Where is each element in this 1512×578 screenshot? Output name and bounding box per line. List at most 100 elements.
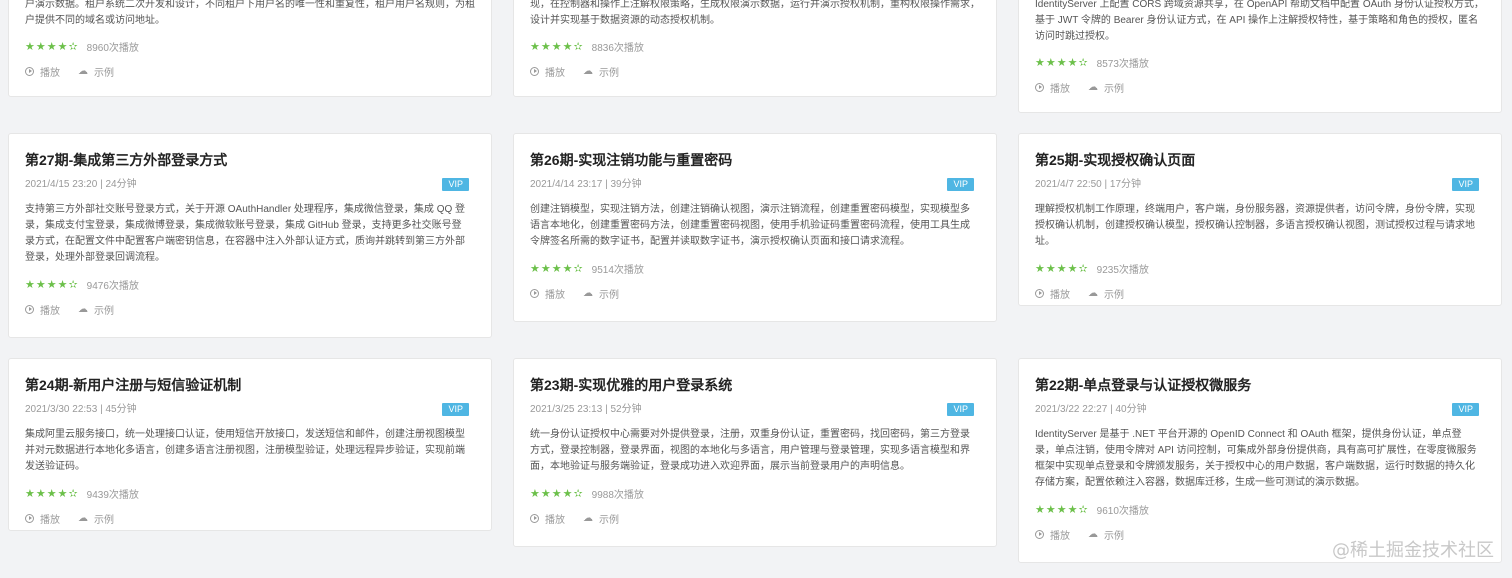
example-button[interactable]: ☁ 示例 bbox=[78, 64, 114, 79]
vip-badge: VIP bbox=[442, 178, 469, 191]
play-count: 9514次播放 bbox=[591, 264, 644, 276]
card-actions: 播放 ☁ 示例 bbox=[25, 301, 475, 317]
course-description: 支持第三方外部社交账号登录方式，关于开源 OAuthHandler 处理程序，集… bbox=[25, 204, 466, 263]
play-button[interactable]: 播放 bbox=[530, 286, 565, 301]
play-button[interactable]: 播放 bbox=[25, 511, 60, 526]
cloud-download-icon: ☁ bbox=[583, 65, 593, 77]
example-button[interactable]: ☁ 示例 bbox=[1088, 286, 1124, 301]
example-button[interactable]: ☁ 示例 bbox=[78, 302, 114, 317]
course-description: IdentityServer 上配置 CORS 跨域资源共享，在 OpenAPI… bbox=[1035, 0, 1484, 42]
rating-row: ★★★★✫ 9476次播放 bbox=[25, 276, 475, 292]
course-meta: 2021/4/7 22:50 | 17分钟 VIP bbox=[1035, 177, 1485, 193]
example-button[interactable]: ☁ 示例 bbox=[583, 286, 619, 301]
course-date-duration: 2021/3/22 22:27 | 40分钟 bbox=[1035, 404, 1147, 415]
play-icon bbox=[530, 66, 539, 76]
star-rating-icon: ★★★★✫ bbox=[530, 487, 584, 500]
rating-row: ★★★★✫ 9610次播放 bbox=[1035, 501, 1485, 517]
rating-row: ★★★★✫ 9235次播放 bbox=[1035, 260, 1485, 276]
play-icon bbox=[1035, 82, 1044, 92]
vip-badge: VIP bbox=[947, 403, 974, 416]
play-count: 9988次播放 bbox=[591, 489, 644, 501]
course-card[interactable]: 第26期-实现注销功能与重置密码 2021/4/14 23:17 | 39分钟 … bbox=[513, 133, 997, 322]
cloud-download-icon: ☁ bbox=[1088, 81, 1098, 93]
play-button[interactable]: 播放 bbox=[25, 302, 60, 317]
play-count: 9610次播放 bbox=[1096, 505, 1149, 517]
play-icon bbox=[1035, 529, 1044, 539]
course-date-duration: 2021/4/7 22:50 | 17分钟 bbox=[1035, 179, 1142, 190]
course-meta: 2021/3/22 22:27 | 40分钟 VIP bbox=[1035, 402, 1485, 418]
cloud-download-icon: ☁ bbox=[583, 512, 593, 524]
vip-badge: VIP bbox=[442, 403, 469, 416]
course-meta: 2021/4/15 23:20 | 24分钟 VIP bbox=[25, 177, 475, 193]
play-icon bbox=[25, 513, 34, 523]
course-card-top-1[interactable]: 户演示数据。租户系统二次开发和设计，不同租户下用户名的唯一性和重复性，租户用户名… bbox=[8, 0, 492, 97]
play-count: 9439次播放 bbox=[86, 489, 139, 501]
card-actions: 播放 ☁ 示例 bbox=[1035, 79, 1485, 95]
vip-badge: VIP bbox=[1452, 178, 1479, 191]
course-card[interactable]: 第25期-实现授权确认页面 2021/4/7 22:50 | 17分钟 VIP … bbox=[1018, 133, 1502, 306]
star-rating-icon: ★★★★✫ bbox=[530, 262, 584, 275]
example-button[interactable]: ☁ 示例 bbox=[1088, 527, 1124, 542]
example-button[interactable]: ☁ 示例 bbox=[583, 511, 619, 526]
star-rating-icon: ★★★★✫ bbox=[25, 487, 79, 500]
play-count: 8836次播放 bbox=[591, 42, 644, 54]
cloud-download-icon: ☁ bbox=[78, 512, 88, 524]
course-card[interactable]: 第23期-实现优雅的用户登录系统 2021/3/25 23:13 | 52分钟 … bbox=[513, 358, 997, 547]
course-title[interactable]: 第26期-实现注销功能与重置密码 bbox=[530, 150, 980, 170]
course-description: 现，在控制器和操作上注解权限策略，生成权限演示数据，运行并演示授权机制，重构权限… bbox=[530, 0, 980, 26]
course-meta: 2021/4/14 23:17 | 39分钟 VIP bbox=[530, 177, 980, 193]
play-button[interactable]: 播放 bbox=[1035, 286, 1070, 301]
example-button[interactable]: ☁ 示例 bbox=[583, 64, 619, 79]
star-rating-icon: ★★★★✫ bbox=[25, 278, 79, 291]
play-count: 9235次播放 bbox=[1096, 264, 1149, 276]
vip-badge: VIP bbox=[1452, 403, 1479, 416]
play-button[interactable]: 播放 bbox=[1035, 80, 1070, 95]
course-title[interactable]: 第27期-集成第三方外部登录方式 bbox=[25, 150, 475, 170]
cloud-download-icon: ☁ bbox=[78, 65, 88, 77]
play-icon bbox=[530, 288, 539, 298]
play-button[interactable]: 播放 bbox=[25, 64, 60, 79]
course-card[interactable]: 第27期-集成第三方外部登录方式 2021/4/15 23:20 | 24分钟 … bbox=[8, 133, 492, 338]
play-button[interactable]: 播放 bbox=[530, 64, 565, 79]
course-meta: 2021/3/30 22:53 | 45分钟 VIP bbox=[25, 402, 475, 418]
star-rating-icon: ★★★★✫ bbox=[25, 40, 79, 53]
rating-row: ★★★★✫ 9514次播放 bbox=[530, 260, 980, 276]
vip-badge: VIP bbox=[947, 178, 974, 191]
cloud-download-icon: ☁ bbox=[78, 303, 88, 315]
course-description: 集成阿里云服务接口，统一处理接口认证，使用短信开放接口，发送短信和邮件，创建注册… bbox=[25, 429, 465, 472]
rating-row: ★★★★✫ 9439次播放 bbox=[25, 485, 475, 501]
course-card[interactable]: 第22期-单点登录与认证授权微服务 2021/3/22 22:27 | 40分钟… bbox=[1018, 358, 1502, 563]
play-button[interactable]: 播放 bbox=[530, 511, 565, 526]
card-actions: 播放 ☁ 示例 bbox=[530, 285, 980, 301]
course-date-duration: 2021/3/25 23:13 | 52分钟 bbox=[530, 404, 642, 415]
play-count: 8960次播放 bbox=[86, 42, 139, 54]
card-actions: 播放 ☁ 示例 bbox=[530, 63, 980, 79]
star-rating-icon: ★★★★✫ bbox=[1035, 262, 1089, 275]
card-actions: 播放 ☁ 示例 bbox=[1035, 285, 1485, 301]
play-icon bbox=[25, 66, 34, 76]
course-title[interactable]: 第23期-实现优雅的用户登录系统 bbox=[530, 375, 980, 395]
star-rating-icon: ★★★★✫ bbox=[1035, 503, 1089, 516]
play-count: 8573次播放 bbox=[1096, 58, 1149, 70]
course-card-top-2[interactable]: 现，在控制器和操作上注解权限策略，生成权限演示数据，运行并演示授权机制，重构权限… bbox=[513, 0, 997, 97]
rating-row: ★★★★✫ 8573次播放 bbox=[1035, 54, 1485, 70]
course-title[interactable]: 第24期-新用户注册与短信验证机制 bbox=[25, 375, 475, 395]
rating-row: ★★★★✫ 9988次播放 bbox=[530, 485, 980, 501]
course-description: 户演示数据。租户系统二次开发和设计，不同租户下用户名的唯一性和重复性，租户用户名… bbox=[25, 0, 475, 26]
course-title[interactable]: 第22期-单点登录与认证授权微服务 bbox=[1035, 375, 1485, 395]
example-button[interactable]: ☁ 示例 bbox=[1088, 80, 1124, 95]
example-button[interactable]: ☁ 示例 bbox=[78, 511, 114, 526]
rating-row: ★★★★✫ 8960次播放 bbox=[25, 38, 475, 54]
course-date-duration: 2021/4/15 23:20 | 24分钟 bbox=[25, 179, 137, 190]
course-card-top-3[interactable]: IdentityServer 上配置 CORS 跨域资源共享，在 OpenAPI… bbox=[1018, 0, 1502, 113]
course-title[interactable]: 第25期-实现授权确认页面 bbox=[1035, 150, 1485, 170]
card-actions: 播放 ☁ 示例 bbox=[530, 510, 980, 526]
course-description: 理解授权机制工作原理，终端用户，客户端，身份服务器，资源提供者，访问令牌，身份令… bbox=[1035, 204, 1475, 247]
course-meta: 2021/3/25 23:13 | 52分钟 VIP bbox=[530, 402, 980, 418]
rating-row: ★★★★✫ 8836次播放 bbox=[530, 38, 980, 54]
play-button[interactable]: 播放 bbox=[1035, 527, 1070, 542]
course-card[interactable]: 第24期-新用户注册与短信验证机制 2021/3/30 22:53 | 45分钟… bbox=[8, 358, 492, 531]
cloud-download-icon: ☁ bbox=[583, 287, 593, 299]
course-description: IdentityServer 是基于 .NET 平台开源的 OpenID Con… bbox=[1035, 429, 1477, 488]
course-description: 统一身份认证授权中心需要对外提供登录，注册，双重身份认证，重置密码，找回密码，第… bbox=[530, 429, 970, 472]
